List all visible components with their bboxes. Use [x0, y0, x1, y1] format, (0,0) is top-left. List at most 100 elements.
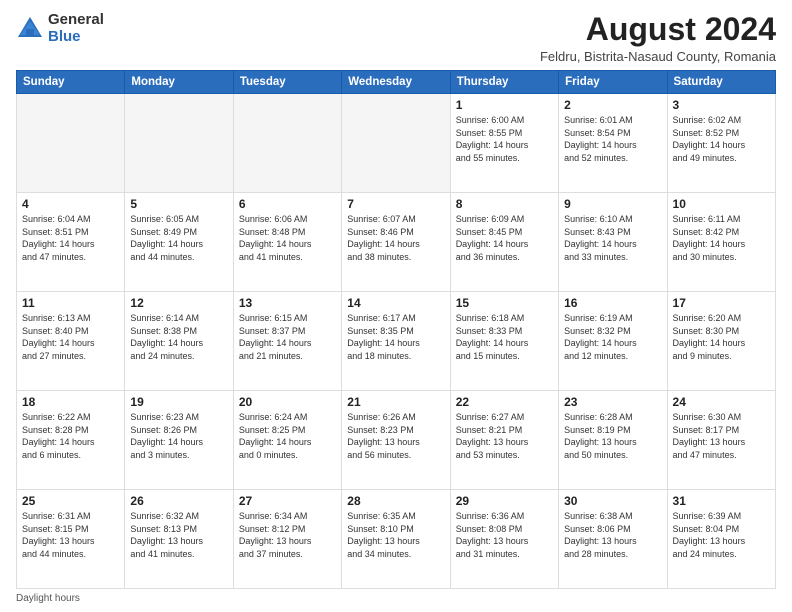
day-number: 18: [22, 395, 119, 409]
day-number: 31: [673, 494, 770, 508]
calendar-cell-w2-d6: 9 Sunrise: 6:10 AM Sunset: 8:43 PM Daylig…: [559, 193, 667, 292]
day-number: 5: [130, 197, 227, 211]
calendar-header-row: Sunday Monday Tuesday Wednesday Thursday…: [17, 71, 776, 94]
main-title: August 2024: [540, 12, 776, 47]
calendar-cell-w3-d4: 14Sunrise: 6:17 AM Sunset: 8:35 PM Dayli…: [342, 292, 450, 391]
day-info: Sunrise: 6:26 AM Sunset: 8:23 PM Dayligh…: [347, 411, 444, 461]
calendar-cell-w3-d2: 12Sunrise: 6:14 AM Sunset: 8:38 PM Dayli…: [125, 292, 233, 391]
day-info: Sunrise: 6:38 AM Sunset: 8:06 PM Dayligh…: [564, 510, 661, 560]
calendar-cell-w4-d3: 20 Sunrise: 6:24 AM Sunset: 8:25 PM Dayli…: [233, 391, 341, 490]
day-info: Sunrise: 6:09 AM Sunset: 8:45 PM Dayligh…: [456, 213, 553, 263]
day-info: Sunrise: 6:19 AM Sunset: 8:32 PM Dayligh…: [564, 312, 661, 362]
calendar-cell-w4-d6: 23 Sunrise: 6:28 AM Sunset: 8:19 PM Dayli…: [559, 391, 667, 490]
logo-blue-text: Blue: [48, 29, 104, 46]
day-number: 10: [673, 197, 770, 211]
day-number: 24: [673, 395, 770, 409]
day-info: Sunrise: 6:22 AM Sunset: 8:28 PM Dayligh…: [22, 411, 119, 461]
day-number: 3: [673, 98, 770, 112]
day-number: 27: [239, 494, 336, 508]
page: General Blue August 2024 Feldru, Bistrit…: [0, 0, 792, 612]
day-info: Sunrise: 6:39 AM Sunset: 8:04 PM Dayligh…: [673, 510, 770, 560]
calendar-cell-w5-d6: 30Sunrise: 6:38 AM Sunset: 8:06 PM Dayli…: [559, 490, 667, 589]
day-info: Sunrise: 6:30 AM Sunset: 8:17 PM Dayligh…: [673, 411, 770, 461]
calendar-week-3: 11Sunrise: 6:13 AM Sunset: 8:40 PM Dayli…: [17, 292, 776, 391]
calendar-week-5: 25Sunrise: 6:31 AM Sunset: 8:15 PM Dayli…: [17, 490, 776, 589]
calendar-cell-w5-d7: 31 Sunrise: 6:39 AM Sunset: 8:04 PM Dayli…: [667, 490, 775, 589]
day-info: Sunrise: 6:02 AM Sunset: 8:52 PM Dayligh…: [673, 114, 770, 164]
day-info: Sunrise: 6:10 AM Sunset: 8:43 PM Dayligh…: [564, 213, 661, 263]
day-info: Sunrise: 6:00 AM Sunset: 8:55 PM Dayligh…: [456, 114, 553, 164]
calendar-cell-w1-d5: 1 Sunrise: 6:00 AM Sunset: 8:55 PM Daylig…: [450, 94, 558, 193]
calendar-cell-w5-d2: 26 Sunrise: 6:32 AM Sunset: 8:13 PM Dayli…: [125, 490, 233, 589]
calendar-cell-w4-d2: 19 Sunrise: 6:23 AM Sunset: 8:26 PM Dayli…: [125, 391, 233, 490]
calendar-cell-w1-d1: [17, 94, 125, 193]
day-info: Sunrise: 6:15 AM Sunset: 8:37 PM Dayligh…: [239, 312, 336, 362]
day-info: Sunrise: 6:31 AM Sunset: 8:15 PM Dayligh…: [22, 510, 119, 560]
col-friday: Friday: [559, 71, 667, 94]
calendar-week-2: 4 Sunrise: 6:04 AM Sunset: 8:51 PM Daylig…: [17, 193, 776, 292]
day-number: 11: [22, 296, 119, 310]
day-number: 14: [347, 296, 444, 310]
day-number: 7: [347, 197, 444, 211]
calendar-cell-w4-d5: 22 Sunrise: 6:27 AM Sunset: 8:21 PM Dayli…: [450, 391, 558, 490]
day-number: 15: [456, 296, 553, 310]
day-number: 16: [564, 296, 661, 310]
day-info: Sunrise: 6:07 AM Sunset: 8:46 PM Dayligh…: [347, 213, 444, 263]
header: General Blue August 2024 Feldru, Bistrit…: [16, 12, 776, 64]
calendar-cell-w3-d1: 11Sunrise: 6:13 AM Sunset: 8:40 PM Dayli…: [17, 292, 125, 391]
calendar-cell-w3-d5: 15 Sunrise: 6:18 AM Sunset: 8:33 PM Dayli…: [450, 292, 558, 391]
day-number: 8: [456, 197, 553, 211]
day-info: Sunrise: 6:18 AM Sunset: 8:33 PM Dayligh…: [456, 312, 553, 362]
footer-note: Daylight hours: [16, 593, 776, 604]
day-info: Sunrise: 6:24 AM Sunset: 8:25 PM Dayligh…: [239, 411, 336, 461]
day-info: Sunrise: 6:11 AM Sunset: 8:42 PM Dayligh…: [673, 213, 770, 263]
calendar-cell-w5-d3: 27Sunrise: 6:34 AM Sunset: 8:12 PM Dayli…: [233, 490, 341, 589]
day-info: Sunrise: 6:01 AM Sunset: 8:54 PM Dayligh…: [564, 114, 661, 164]
day-number: 9: [564, 197, 661, 211]
day-info: Sunrise: 6:04 AM Sunset: 8:51 PM Dayligh…: [22, 213, 119, 263]
day-number: 6: [239, 197, 336, 211]
col-monday: Monday: [125, 71, 233, 94]
calendar-cell-w1-d7: 3 Sunrise: 6:02 AM Sunset: 8:52 PM Daylig…: [667, 94, 775, 193]
day-info: Sunrise: 6:06 AM Sunset: 8:48 PM Dayligh…: [239, 213, 336, 263]
calendar-cell-w2-d3: 6 Sunrise: 6:06 AM Sunset: 8:48 PM Daylig…: [233, 193, 341, 292]
day-info: Sunrise: 6:28 AM Sunset: 8:19 PM Dayligh…: [564, 411, 661, 461]
day-number: 1: [456, 98, 553, 112]
calendar-table: Sunday Monday Tuesday Wednesday Thursday…: [16, 70, 776, 589]
day-number: 22: [456, 395, 553, 409]
day-number: 21: [347, 395, 444, 409]
calendar-cell-w1-d3: [233, 94, 341, 193]
calendar-cell-w3-d3: 13Sunrise: 6:15 AM Sunset: 8:37 PM Dayli…: [233, 292, 341, 391]
calendar-cell-w3-d6: 16 Sunrise: 6:19 AM Sunset: 8:32 PM Dayli…: [559, 292, 667, 391]
day-info: Sunrise: 6:23 AM Sunset: 8:26 PM Dayligh…: [130, 411, 227, 461]
day-number: 19: [130, 395, 227, 409]
day-info: Sunrise: 6:27 AM Sunset: 8:21 PM Dayligh…: [456, 411, 553, 461]
day-info: Sunrise: 6:32 AM Sunset: 8:13 PM Dayligh…: [130, 510, 227, 560]
day-number: 4: [22, 197, 119, 211]
calendar-cell-w4-d4: 21 Sunrise: 6:26 AM Sunset: 8:23 PM Dayli…: [342, 391, 450, 490]
calendar-cell-w4-d1: 18 Sunrise: 6:22 AM Sunset: 8:28 PM Dayli…: [17, 391, 125, 490]
day-number: 23: [564, 395, 661, 409]
day-number: 28: [347, 494, 444, 508]
calendar-cell-w1-d4: [342, 94, 450, 193]
logo-general-text: General: [48, 12, 104, 29]
day-info: Sunrise: 6:35 AM Sunset: 8:10 PM Dayligh…: [347, 510, 444, 560]
day-info: Sunrise: 6:20 AM Sunset: 8:30 PM Dayligh…: [673, 312, 770, 362]
logo-icon: [16, 15, 44, 43]
day-info: Sunrise: 6:05 AM Sunset: 8:49 PM Dayligh…: [130, 213, 227, 263]
day-number: 26: [130, 494, 227, 508]
col-tuesday: Tuesday: [233, 71, 341, 94]
calendar-cell-w5-d4: 28 Sunrise: 6:35 AM Sunset: 8:10 PM Dayli…: [342, 490, 450, 589]
calendar-cell-w2-d4: 7 Sunrise: 6:07 AM Sunset: 8:46 PM Daylig…: [342, 193, 450, 292]
col-sunday: Sunday: [17, 71, 125, 94]
day-number: 20: [239, 395, 336, 409]
calendar-cell-w1-d2: [125, 94, 233, 193]
calendar-week-4: 18 Sunrise: 6:22 AM Sunset: 8:28 PM Dayli…: [17, 391, 776, 490]
calendar-cell-w1-d6: 2Sunrise: 6:01 AM Sunset: 8:54 PM Daylig…: [559, 94, 667, 193]
calendar-cell-w2-d5: 8 Sunrise: 6:09 AM Sunset: 8:45 PM Daylig…: [450, 193, 558, 292]
day-number: 29: [456, 494, 553, 508]
calendar-week-1: 1 Sunrise: 6:00 AM Sunset: 8:55 PM Daylig…: [17, 94, 776, 193]
logo: General Blue: [16, 12, 104, 45]
col-thursday: Thursday: [450, 71, 558, 94]
calendar-cell-w5-d5: 29Sunrise: 6:36 AM Sunset: 8:08 PM Dayli…: [450, 490, 558, 589]
